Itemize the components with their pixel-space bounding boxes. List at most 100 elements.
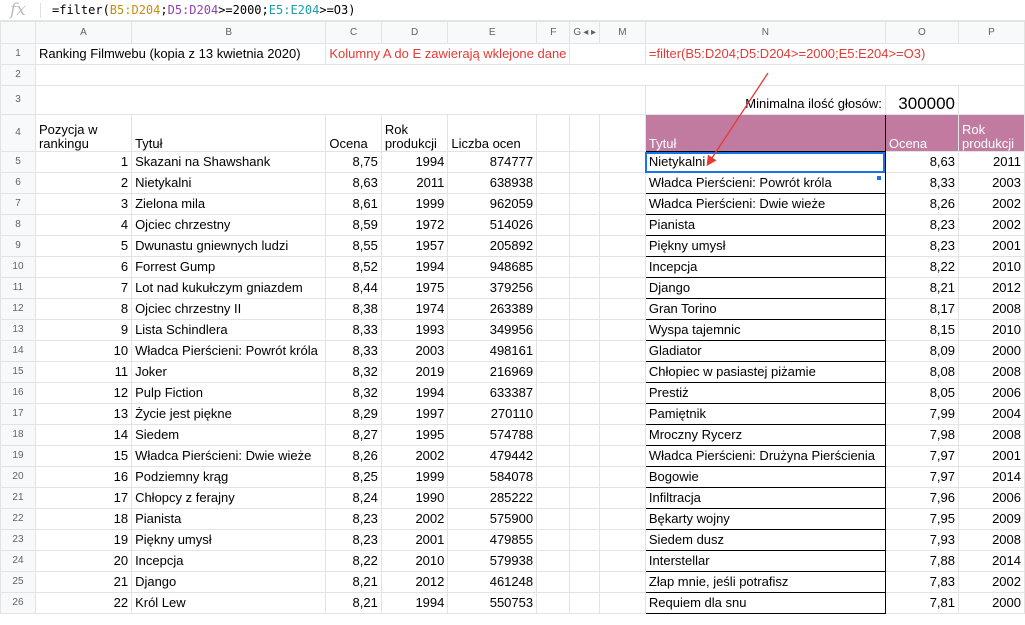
result-rating-cell[interactable]: 7,88 (884, 550, 960, 572)
result-year-cell[interactable]: 2006 (958, 382, 1025, 404)
title-cell[interactable]: Lot nad kukułczym gniazdem (131, 277, 327, 299)
cell[interactable] (569, 319, 601, 341)
rating-cell[interactable]: 8,27 (325, 424, 382, 446)
min-votes-label[interactable]: Minimalna ilość głosów: (644, 85, 886, 115)
rank-cell[interactable]: 9 (34, 319, 133, 341)
column-header-m[interactable]: M (599, 21, 646, 44)
votes-cell[interactable]: 216969 (447, 361, 538, 383)
result-title-cell[interactable]: Interstellar (644, 550, 886, 572)
rating-cell[interactable]: 8,32 (325, 361, 382, 383)
column-header-o[interactable]: O (884, 21, 960, 44)
rating-cell[interactable]: 8,63 (325, 172, 382, 194)
cell[interactable] (569, 43, 646, 65)
rank-cell[interactable]: 18 (34, 508, 133, 530)
cell[interactable] (569, 340, 601, 362)
cell[interactable] (569, 214, 601, 236)
title-cell[interactable]: Zielona mila (131, 193, 327, 215)
column-header-f[interactable]: F (536, 21, 571, 44)
year-cell[interactable]: 1975 (380, 277, 449, 299)
cell[interactable] (536, 445, 571, 467)
cell[interactable] (599, 340, 646, 362)
title-cell[interactable]: Siedem (131, 424, 327, 446)
rank-cell[interactable]: 1 (34, 151, 133, 173)
result-title-cell[interactable]: Infiltracja (644, 487, 886, 509)
cell[interactable] (569, 508, 601, 530)
rating-cell[interactable]: 8,32 (325, 382, 382, 404)
rank-cell[interactable]: 15 (34, 445, 133, 467)
cell[interactable] (569, 445, 601, 467)
votes-cell[interactable]: 584078 (447, 466, 538, 488)
row-header[interactable]: 9 (0, 235, 36, 257)
cell[interactable] (536, 466, 571, 488)
cell[interactable] (536, 235, 571, 257)
cell[interactable] (569, 114, 601, 152)
title-cell[interactable]: Podziemny krąg (131, 466, 327, 488)
result-year-cell[interactable]: 2008 (958, 361, 1025, 383)
year-cell[interactable]: 1994 (380, 592, 449, 614)
row-header[interactable]: 24 (0, 550, 36, 572)
cell[interactable] (536, 361, 571, 383)
rank-cell[interactable]: 21 (34, 571, 133, 593)
result-rating-cell[interactable]: 7,93 (884, 529, 960, 551)
cell[interactable] (569, 550, 601, 572)
cell[interactable] (536, 487, 571, 509)
result-year-cell[interactable]: 2008 (958, 529, 1025, 551)
rank-cell[interactable]: 3 (34, 193, 133, 215)
row-header[interactable]: 22 (0, 508, 36, 530)
rank-cell[interactable]: 22 (34, 592, 133, 614)
cell[interactable] (599, 424, 646, 446)
rank-cell[interactable]: 4 (34, 214, 133, 236)
header-rank[interactable]: Pozycja w rankingu (34, 114, 133, 152)
header-title[interactable]: Tytuł (131, 114, 327, 152)
cell[interactable] (599, 529, 646, 551)
year-cell[interactable]: 1990 (380, 487, 449, 509)
title-cell[interactable]: Dwunastu gniewnych ludzi (131, 235, 327, 257)
cell[interactable] (569, 382, 601, 404)
year-cell[interactable]: 1999 (380, 466, 449, 488)
result-year-cell[interactable]: 2010 (958, 256, 1025, 278)
select-all-corner[interactable] (0, 21, 36, 44)
result-year-cell[interactable]: 2010 (958, 319, 1025, 341)
result-title-cell[interactable]: Incepcja (644, 256, 886, 278)
cell[interactable] (569, 193, 601, 215)
result-year-cell[interactable]: 2001 (958, 235, 1025, 257)
cell[interactable] (569, 403, 601, 425)
rank-cell[interactable]: 17 (34, 487, 133, 509)
cell[interactable] (536, 340, 571, 362)
column-header-n[interactable]: N (644, 21, 886, 44)
cell[interactable] (569, 529, 601, 551)
title-cell[interactable]: Władca Pierścieni: Powrót króla (131, 340, 327, 362)
cell[interactable] (599, 550, 646, 572)
rank-cell[interactable]: 5 (34, 235, 133, 257)
column-header-a[interactable]: A (34, 21, 133, 44)
year-cell[interactable]: 2001 (380, 529, 449, 551)
cell[interactable] (569, 424, 601, 446)
result-rating-cell[interactable]: 8,23 (884, 235, 960, 257)
result-rating-cell[interactable]: 7,83 (884, 571, 960, 593)
cell[interactable] (599, 277, 646, 299)
year-cell[interactable]: 1994 (380, 256, 449, 278)
row-header[interactable]: 12 (0, 298, 36, 320)
result-header-year[interactable]: Rok produkcji (958, 114, 1025, 152)
rating-cell[interactable]: 8,21 (325, 592, 382, 614)
row-header[interactable]: 5 (0, 151, 36, 173)
result-year-cell[interactable]: 2004 (958, 403, 1025, 425)
rating-cell[interactable]: 8,55 (325, 235, 382, 257)
result-title-cell[interactable]: Piękny umysł (644, 235, 886, 257)
note-cell[interactable]: Kolumny A do E zawierają wklejone dane (325, 43, 571, 65)
row-header[interactable]: 18 (0, 424, 36, 446)
votes-cell[interactable]: 550753 (447, 592, 538, 614)
cell[interactable] (536, 382, 571, 404)
rating-cell[interactable]: 8,59 (325, 214, 382, 236)
result-title-cell[interactable]: Chłopiec w pasiastej piżamie (644, 361, 886, 383)
cell[interactable] (569, 277, 601, 299)
result-year-cell[interactable]: 2008 (958, 424, 1025, 446)
cell[interactable] (569, 361, 601, 383)
cell[interactable] (536, 550, 571, 572)
cell[interactable] (536, 424, 571, 446)
year-cell[interactable]: 2002 (380, 445, 449, 467)
votes-cell[interactable]: 479442 (447, 445, 538, 467)
result-rating-cell[interactable]: 8,15 (884, 319, 960, 341)
result-rating-cell[interactable]: 7,97 (884, 466, 960, 488)
result-year-cell[interactable]: 2014 (958, 466, 1025, 488)
